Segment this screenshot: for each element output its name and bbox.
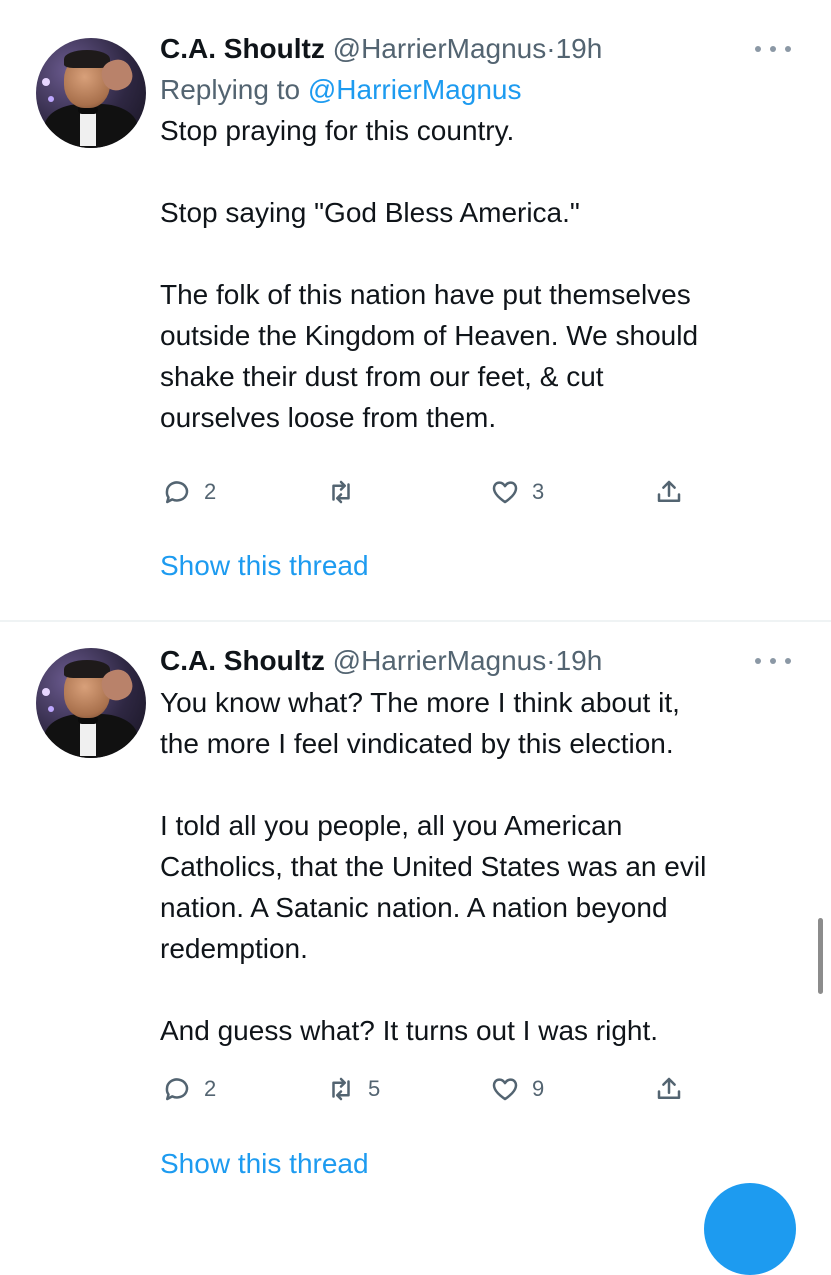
show-thread-link[interactable]: Show this thread <box>160 1148 369 1180</box>
reply-button[interactable]: 2 <box>162 472 216 512</box>
retweet-button[interactable] <box>326 472 368 512</box>
like-count: 9 <box>532 1076 545 1101</box>
reply-count: 2 <box>204 1076 217 1101</box>
tweet-line: Catholics, that the United States was an… <box>160 851 707 882</box>
author-name[interactable]: C.A. Shoultz <box>160 645 325 676</box>
tweet-content: C.A. Shoultz @HarrierMagnus·19h Replying… <box>160 28 791 512</box>
separator-dot: · <box>546 33 556 64</box>
tweet-line: Stop praying for this country. <box>160 115 515 146</box>
more-icon[interactable] <box>755 640 791 682</box>
tweet-line: The folk of this nation have put themsel… <box>160 279 691 310</box>
tweet-line: redemption. <box>160 933 308 964</box>
reply-count: 2 <box>204 479 217 504</box>
tweet-timestamp[interactable]: 19h <box>556 645 603 676</box>
show-thread-link[interactable]: Show this thread <box>160 550 369 582</box>
tweet-actions: 2 3 <box>160 472 791 512</box>
share-button[interactable] <box>654 1069 684 1109</box>
share-icon <box>657 480 681 502</box>
author-name[interactable]: C.A. Shoultz <box>160 33 325 64</box>
retweet-icon <box>332 1077 350 1101</box>
tweet-line: the more I feel vindicated by this elect… <box>160 728 674 759</box>
author-avatar[interactable] <box>36 648 146 758</box>
tweet-line: nation. A Satanic nation. A nation beyon… <box>160 892 668 923</box>
separator-dot: · <box>546 645 556 676</box>
tweet-header: C.A. Shoultz @HarrierMagnus·19h <box>160 640 791 682</box>
tweet-line: shake their dust from our feet, & cut <box>160 361 604 392</box>
tweet-line: Stop saying "God Bless America." <box>160 197 580 228</box>
heart-icon <box>492 1078 518 1101</box>
tweet-actions: 2 5 9 <box>160 1069 791 1109</box>
retweet-count: 5 <box>368 1076 381 1101</box>
tweet-header: C.A. Shoultz @HarrierMagnus·19h <box>160 28 791 70</box>
tweet-1[interactable]: C.A. Shoultz @HarrierMagnus·19h Replying… <box>0 0 831 620</box>
retweet-button[interactable]: 5 <box>326 1069 380 1109</box>
tweet-text: Stop praying for this country. Stop sayi… <box>160 110 791 438</box>
retweet-icon <box>332 480 350 504</box>
share-icon <box>657 1077 681 1099</box>
tweet-line: And guess what? It turns out I was right… <box>160 1015 659 1046</box>
tweet-content: C.A. Shoultz @HarrierMagnus·19h You know… <box>160 640 791 1109</box>
reply-icon <box>165 481 189 504</box>
share-button[interactable] <box>654 472 684 512</box>
tweet-line: ourselves loose from them. <box>160 402 497 433</box>
like-count: 3 <box>532 479 545 504</box>
author-handle[interactable]: @HarrierMagnus <box>333 33 547 64</box>
compose-button[interactable] <box>704 1183 796 1275</box>
more-icon[interactable] <box>755 28 791 70</box>
replying-to: Replying to @HarrierMagnus <box>160 70 791 110</box>
tweet-line: outside the Kingdom of Heaven. We should <box>160 320 699 351</box>
reply-button[interactable]: 2 <box>162 1069 216 1109</box>
tweet-line: You know what? The more I think about it… <box>160 687 680 718</box>
heart-icon <box>492 481 518 504</box>
tweet-line: I told all you people, all you American <box>160 810 623 841</box>
replying-to-mention[interactable]: @HarrierMagnus <box>308 74 522 105</box>
reply-icon <box>165 1078 189 1101</box>
like-button[interactable]: 3 <box>490 472 544 512</box>
scrollbar[interactable] <box>818 918 823 994</box>
tweet-text: You know what? The more I think about it… <box>160 682 791 1051</box>
author-avatar[interactable] <box>36 38 146 148</box>
replying-to-label: Replying to <box>160 74 301 105</box>
tweet-2[interactable]: C.A. Shoultz @HarrierMagnus·19h You know… <box>0 622 831 1200</box>
author-handle[interactable]: @HarrierMagnus <box>333 645 547 676</box>
like-button[interactable]: 9 <box>490 1069 544 1109</box>
tweet-timestamp[interactable]: 19h <box>556 33 603 64</box>
